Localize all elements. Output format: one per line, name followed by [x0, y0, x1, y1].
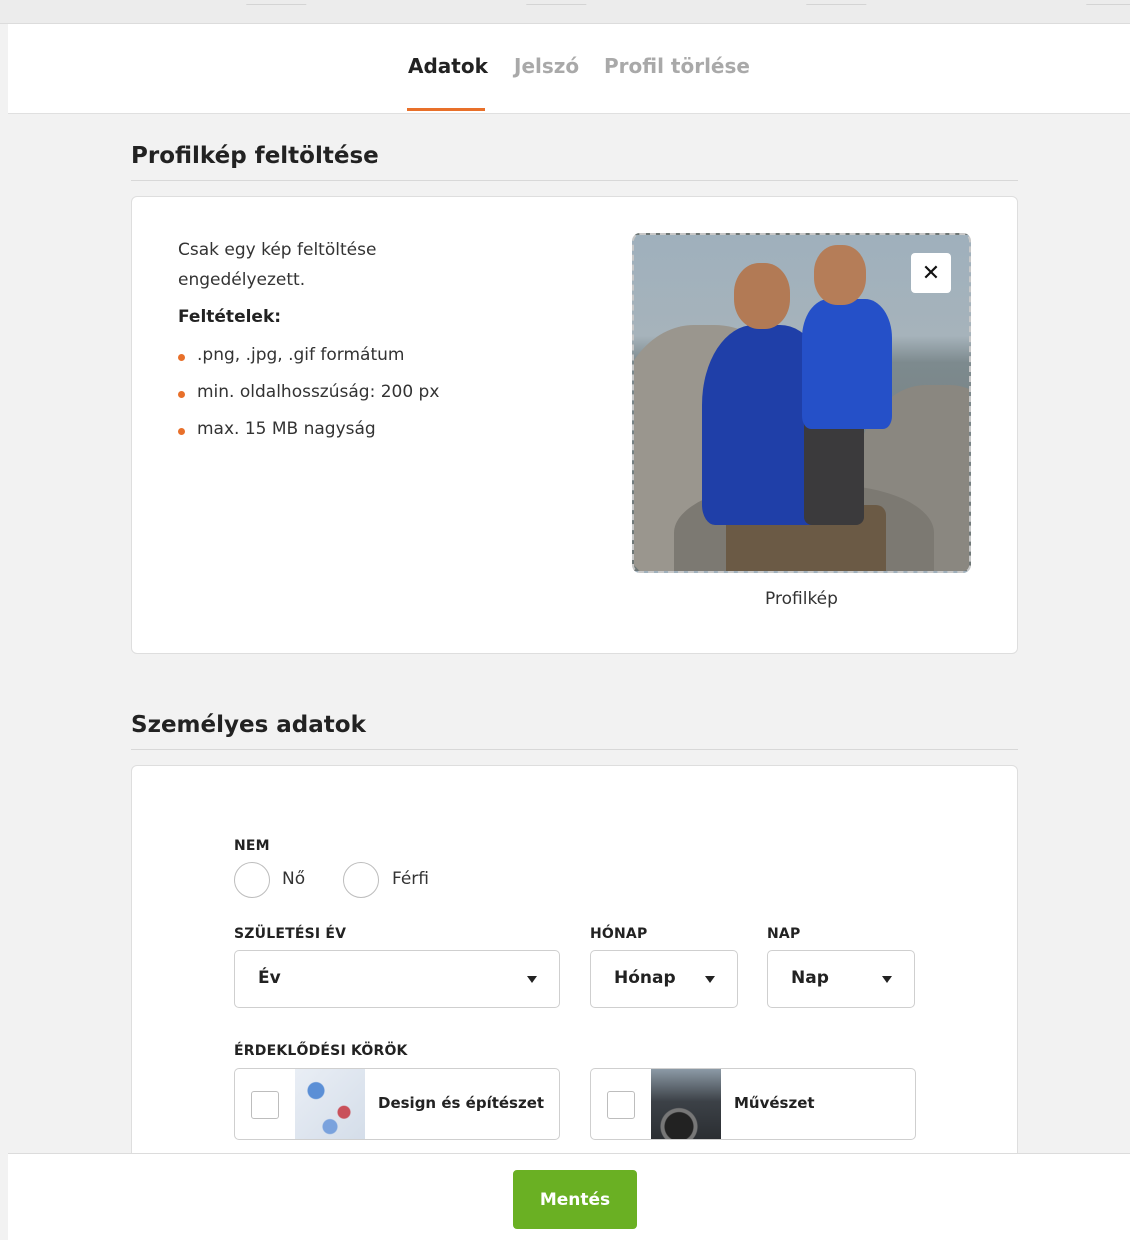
condition-item: min. oldalhosszúság: 200 px — [178, 382, 439, 419]
close-icon: ✕ — [921, 260, 941, 286]
design-thumbnail — [295, 1069, 365, 1139]
header-decoration — [513, 4, 587, 20]
profile-picture-section-title: Profilkép feltöltése — [131, 143, 379, 169]
bullet-icon — [178, 391, 185, 398]
top-header-strip — [0, 0, 1130, 24]
bullet-icon — [178, 354, 185, 361]
section-divider — [131, 749, 1018, 750]
section-divider — [131, 180, 1018, 181]
gender-label: NEM — [234, 838, 270, 854]
chevron-down-icon — [527, 976, 537, 983]
tab-profil-torlese[interactable]: Profil törlése — [604, 54, 750, 78]
day-select[interactable]: Nap — [767, 950, 915, 1008]
chevron-down-icon — [705, 976, 715, 983]
gender-radio-female[interactable] — [234, 862, 270, 898]
upload-instructions: Csak egy kép feltöltése engedélyezett. — [178, 240, 377, 290]
month-select[interactable]: Hónap — [590, 950, 738, 1008]
conditions-list: .png, .jpg, .gif formátum min. oldalhoss… — [178, 345, 439, 456]
sticky-footer: Mentés — [8, 1153, 1130, 1240]
profile-picture-card: Csak egy kép feltöltése engedélyezett. F… — [131, 196, 1018, 654]
personal-data-card: NEM Nő Férfi SZÜLETÉSI ÉV Év HÓNAP Hónap… — [131, 765, 1018, 1185]
save-button[interactable]: Mentés — [513, 1170, 637, 1229]
month-label: HÓNAP — [590, 926, 648, 942]
gender-label-male: Férfi — [392, 869, 430, 889]
birth-year-select[interactable]: Év — [234, 950, 560, 1008]
profile-tab-bar: Adatok Jelszó Profil törlése — [8, 24, 1130, 114]
gender-radio-male[interactable] — [343, 862, 379, 898]
interest-design[interactable]: Design és építészet — [234, 1068, 560, 1140]
interest-art[interactable]: Művészet — [590, 1068, 916, 1140]
header-decoration — [233, 4, 307, 20]
remove-picture-button[interactable]: ✕ — [911, 253, 951, 293]
header-decoration — [793, 4, 867, 20]
active-tab-indicator — [407, 108, 485, 111]
interest-checkbox[interactable] — [607, 1091, 635, 1119]
condition-item: .png, .jpg, .gif formátum — [178, 345, 439, 382]
conditions-title: Feltételek: — [178, 307, 282, 327]
personal-data-section-title: Személyes adatok — [131, 712, 366, 738]
interest-checkbox[interactable] — [251, 1091, 279, 1119]
art-thumbnail — [651, 1069, 721, 1139]
chevron-down-icon — [882, 976, 892, 983]
profile-picture-preview: ✕ — [632, 233, 971, 573]
profile-picture-caption: Profilkép — [765, 589, 838, 609]
day-label: NAP — [767, 926, 801, 942]
tab-adatok[interactable]: Adatok — [408, 54, 488, 78]
tab-jelszo[interactable]: Jelszó — [514, 54, 579, 78]
gender-label-female: Nő — [282, 869, 306, 889]
condition-item: max. 15 MB nagyság — [178, 419, 439, 456]
birth-year-label: SZÜLETÉSI ÉV — [234, 926, 347, 942]
header-decoration — [1073, 4, 1130, 20]
interests-label: ÉRDEKLŐDÉSI KÖRÖK — [234, 1043, 408, 1059]
bullet-icon — [178, 428, 185, 435]
